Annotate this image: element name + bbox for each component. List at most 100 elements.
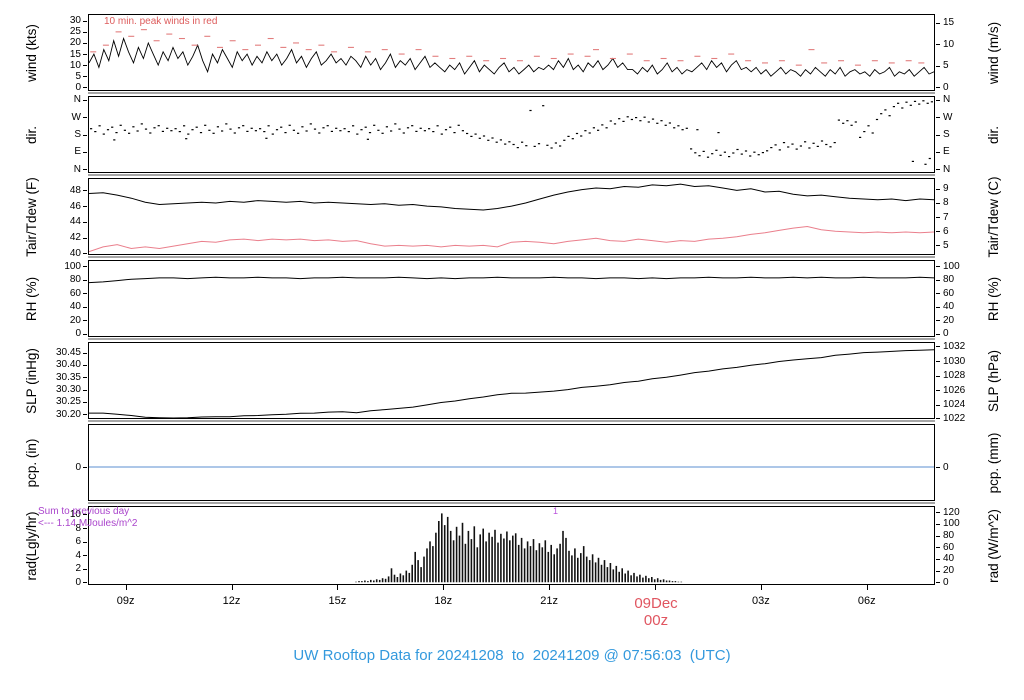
- wind_direction_deg-point: [690, 148, 693, 150]
- wind_direction_deg-point: [567, 135, 570, 137]
- wind_direction_deg-point: [199, 132, 203, 134]
- rh_pct-line: [89, 276, 934, 284]
- y-tick: [83, 134, 87, 136]
- wind_direction_deg-point: [715, 149, 718, 151]
- wind_direction_deg-point: [233, 132, 236, 134]
- wind_direction_outliers-point: [185, 138, 188, 140]
- wind_direction_deg-point: [381, 132, 384, 134]
- wind_direction_deg-point: [436, 125, 439, 127]
- y-tick-label: 100: [943, 518, 960, 530]
- y-tick-label: W: [71, 111, 81, 123]
- wind_direction_deg-point: [212, 132, 215, 134]
- rad-sum-note-line1: Sum to previous day: [38, 506, 130, 517]
- y-tick: [936, 117, 940, 119]
- peak-winds-note: 10 min. peak winds in red: [104, 16, 218, 27]
- y-tick: [83, 568, 87, 570]
- wind_direction_deg-point: [656, 122, 659, 124]
- wind_direction_deg-point: [385, 126, 388, 128]
- wind_direction_deg-point: [512, 143, 515, 146]
- y-tick-label: 7: [943, 211, 949, 223]
- y-tick: [83, 65, 87, 67]
- y-tick-label: 20: [69, 314, 81, 326]
- wind_direction_deg-point: [833, 142, 836, 144]
- wind_direction_deg-point: [398, 128, 401, 130]
- wind_direction_outliers-point: [366, 138, 369, 140]
- wind_direction_deg-point: [280, 126, 283, 128]
- wind_direction_deg-point: [428, 128, 431, 130]
- wind_direction_deg-point: [301, 126, 304, 128]
- wind_direction_deg-point: [537, 143, 541, 145]
- wind_direction_deg-point: [609, 120, 612, 122]
- wind_direction_deg-point: [643, 116, 646, 118]
- wind_direction_deg-point: [377, 129, 380, 131]
- wind_direction_deg-point: [318, 132, 321, 134]
- wind_direction_deg-point: [149, 132, 152, 134]
- wind_direction_deg-point: [702, 150, 705, 152]
- wind_direction_deg-point: [529, 109, 532, 112]
- y-tick-label: 0: [75, 328, 81, 340]
- y-tick-label: S: [943, 129, 950, 140]
- wind_direction_deg-point: [618, 118, 621, 120]
- y-tick: [83, 253, 87, 255]
- rad-sum-note-line2: <--- 1.14 MJoules/m^2: [38, 517, 138, 529]
- wind_direction_deg-point: [347, 131, 350, 133]
- wind_direction_deg-point: [415, 130, 418, 132]
- wind_direction_deg-point: [267, 125, 270, 127]
- y-tick: [936, 418, 940, 419]
- y-tick-label: 40: [943, 553, 955, 565]
- y-tick-label: 10: [943, 38, 955, 50]
- y-tick-label: 80: [943, 274, 955, 286]
- wind_direction_deg-point: [157, 125, 160, 127]
- y-tick-label: 60: [943, 541, 955, 553]
- wind_direction_deg-point: [229, 128, 232, 130]
- wind_direction_deg-point: [880, 113, 883, 115]
- wind_direction_outliers-point: [928, 157, 931, 160]
- wind_direction_deg-point: [352, 125, 355, 127]
- panel-separator: [88, 174, 935, 176]
- wind_direction_deg-point: [795, 148, 798, 150]
- y-tick: [83, 555, 87, 557]
- wind_direction_deg-point: [170, 130, 173, 132]
- wind_direction_outliers-point: [717, 132, 720, 134]
- wind_direction_deg-point: [926, 102, 929, 104]
- wind_direction_deg-point: [668, 122, 671, 124]
- x-tick-label: 15z: [328, 595, 347, 607]
- y-tick: [936, 293, 940, 295]
- wind_direction_deg-point: [335, 127, 338, 129]
- wind_direction_deg-point: [897, 102, 900, 104]
- wind_direction_deg-point: [343, 128, 346, 130]
- wind_direction_deg-point: [863, 131, 866, 133]
- y-tick-label: 40: [69, 301, 81, 313]
- wind_direction_deg-point: [550, 147, 553, 149]
- y-tick: [83, 221, 87, 223]
- wind_direction_deg-point: [275, 129, 279, 131]
- wind_direction_deg-point: [918, 103, 921, 105]
- y-tick-label: 5: [943, 60, 949, 72]
- wind_direction_deg-point: [901, 107, 904, 109]
- wind_direction_deg-point: [123, 129, 126, 131]
- y-tick-label: 30.45: [55, 347, 81, 359]
- wind_direction_deg-point: [242, 125, 245, 127]
- wind_direction_deg-point: [284, 132, 287, 134]
- wind_direction_deg-point: [360, 129, 363, 131]
- wind_direction_deg-point: [305, 130, 308, 132]
- y-tick: [936, 279, 940, 281]
- wind_direction_deg-point: [575, 132, 579, 135]
- y-tick-label: 30.20: [55, 408, 81, 420]
- y-tick: [936, 547, 940, 549]
- wind_direction_deg-point: [626, 116, 629, 118]
- wind_direction_deg-point: [651, 118, 655, 120]
- wind_direction_deg-point: [664, 124, 667, 126]
- y-tick: [936, 44, 940, 46]
- panel-separator: [88, 420, 935, 422]
- uw-rooftop-plot: 0 5 10 15 20 25 30 0 5 10 15 wind (kts) wind (m/s) N W…: [0, 0, 1024, 700]
- x-tick: [231, 585, 233, 590]
- y-tick: [83, 352, 87, 354]
- y-tick: [936, 558, 940, 560]
- y-tick: [936, 99, 940, 101]
- wind_direction_deg-point: [757, 154, 760, 156]
- y-tick-label: 15: [943, 17, 955, 29]
- dir-plot-svg: [90, 100, 933, 165]
- axis-title-right-rad: rad (W/m^2): [986, 508, 1001, 583]
- wind_direction_deg-point: [161, 130, 164, 132]
